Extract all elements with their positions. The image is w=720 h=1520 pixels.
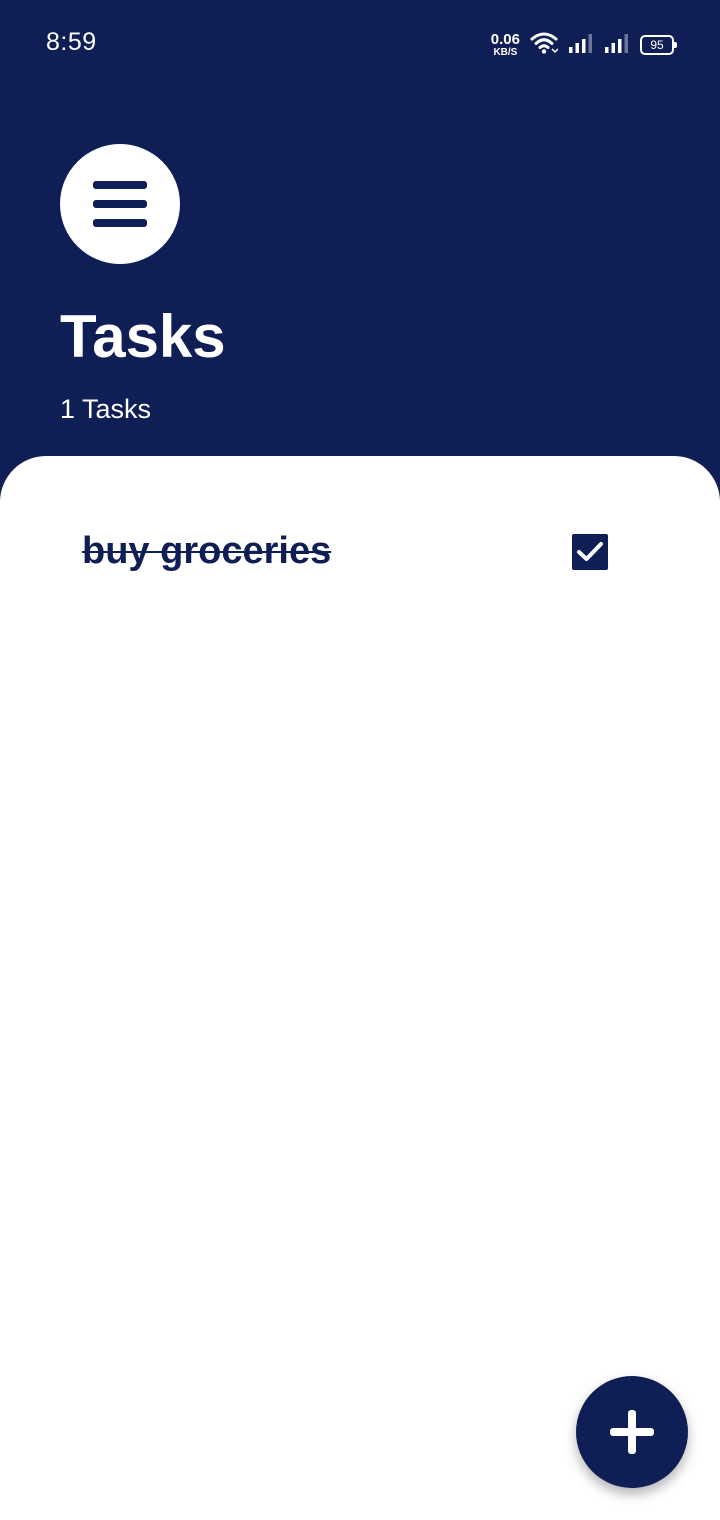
page-title: Tasks [60,303,226,370]
menu-button[interactable] [60,144,180,264]
task-checkbox[interactable] [572,534,608,570]
status-time: 8:59 [46,28,97,56]
app-header: 8:59 0.06 KB/S 95 Tasks 1 Tasks [0,0,720,500]
task-count: 1 Tasks [60,394,152,424]
status-bar: 8:59 0.06 KB/S 95 [0,0,720,88]
network-speed-unit: KB/S [493,47,518,58]
menu-icon [93,181,147,227]
signal-icon [604,32,630,59]
task-label: buy groceries [82,530,332,572]
network-speed-value: 0.06 [490,31,520,48]
status-icons: 0.06 KB/S 95 [491,30,677,60]
check-icon [577,542,603,561]
add-task-button[interactable] [576,1376,688,1488]
plus-icon [610,1410,654,1454]
list-item[interactable]: buy groceries [82,526,612,580]
signal-icon [568,32,594,59]
battery-icon: 95 [640,35,677,55]
task-list: buy groceries [0,456,720,1520]
network-speed: 0.06 KB/S [491,32,520,58]
wifi-icon [530,31,559,60]
